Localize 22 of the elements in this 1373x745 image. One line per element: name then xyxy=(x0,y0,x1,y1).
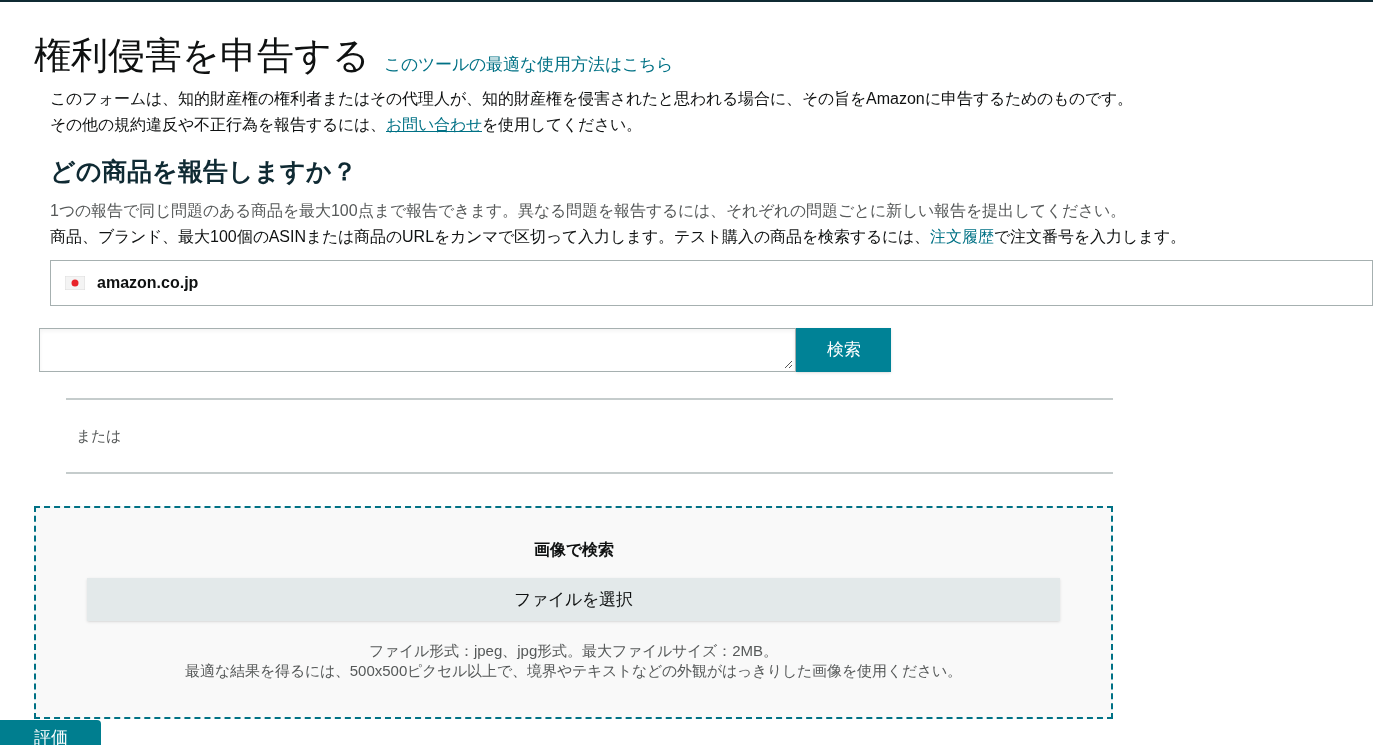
marketplace-label: amazon.co.jp xyxy=(97,273,199,293)
divider-text: または xyxy=(75,425,121,446)
flag-icon xyxy=(65,276,85,290)
feedback-button[interactable]: 評価 xyxy=(0,720,101,745)
order-history-link[interactable]: 注文履歴 xyxy=(930,228,995,245)
image-tip-text: 最適な結果を得るには、500x500ピクセル以上で、境界やテキストなどの外観がはっきりした画像を使用ください。 xyxy=(184,661,963,681)
resize-handle-icon xyxy=(783,359,793,369)
contact-link[interactable]: お問い合わせ xyxy=(386,116,482,133)
intro-text: このフォームは、知的財産権の権利者またはその代理人が、知的財産権を侵害されたと思われる場合に、その旨をAmazonに申告するためのものです。 xyxy=(50,89,1134,109)
search-field[interactable] xyxy=(39,328,796,372)
choose-file-button[interactable]: ファイルを選択 xyxy=(87,578,1060,621)
file-format-text: ファイル形式：jpeg、jpg形式。最大ファイルサイズ：2MB。 xyxy=(368,641,779,661)
image-drop-zone[interactable]: 画像で検索 ファイルを選択 ファイル形式：jpeg、jpg形式。最大ファイルサイズ：2MB。 最適な結果を得るには、500x500ピクセル以上で、境界やテキストなどの外観がはっきりした画像を使用ください。 xyxy=(34,506,1113,719)
section-heading: どの商品を報告しますか？ xyxy=(50,156,358,187)
image-search-title: 画像で検索 xyxy=(533,540,614,560)
marketplace-select[interactable]: amazon.co.jp xyxy=(50,260,1373,306)
note-text: 1つの報告で同じ問題のある商品を最大100点まで報告できます。異なる問題を報告するには、それぞれの問題ごとに新しい報告を提出してください。 xyxy=(50,201,1127,221)
help-link[interactable]: このツールの最適な使用方法はこちら xyxy=(384,51,673,80)
page-title: 権利侵害を申告する xyxy=(34,34,370,78)
search-button[interactable]: 検索 xyxy=(796,328,891,372)
hint-text: 商品、ブランド、最大100個のASINまたは商品のURLをカンマで区切って入力します。テスト購入の商品を検索するには、注文履歴で注文番号を入力します。 xyxy=(50,227,1188,247)
intro-text: その他の規約違反や不正行為を報告するには、お問い合わせを使用してください。 xyxy=(50,115,643,135)
